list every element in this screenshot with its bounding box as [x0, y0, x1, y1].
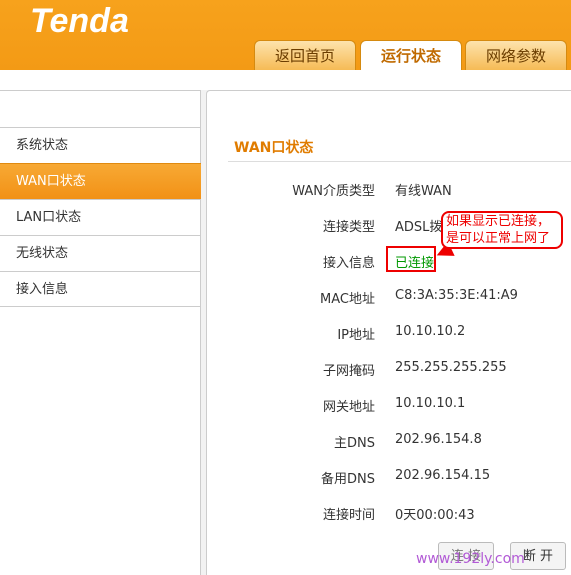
tab-home[interactable]: 返回首页 [254, 40, 356, 70]
field-label-gateway: 网关地址 [322, 400, 375, 415]
field-label-access-info: 接入信息 [322, 256, 375, 271]
watermark: www.192ly.com [416, 551, 525, 567]
field-label-connect-time: 连接时间 [322, 508, 375, 523]
sidebar-item-system-status[interactable]: 系统状态 [0, 127, 201, 163]
sidebar-item-wan-status[interactable]: WAN口状态 [0, 163, 201, 199]
field-label-ip: IP地址 [337, 328, 375, 343]
tenda-logo: Tenda [30, 2, 129, 40]
field-label-primary-dns: 主DNS [334, 436, 375, 451]
header-strip [0, 70, 571, 90]
field-value-gateway: 10.10.10.1 [395, 396, 466, 411]
page-title: WAN口状态 [234, 140, 314, 156]
annotation-callout: 如果显示已连接， 是可以正常上网了 [441, 211, 563, 249]
field-value-primary-dns: 202.96.154.8 [395, 432, 482, 447]
field-label-secondary-dns: 备用DNS [321, 472, 375, 487]
tab-running-status[interactable]: 运行状态 [360, 40, 462, 70]
title-divider [228, 161, 571, 162]
sidebar-item-wireless-status[interactable]: 无线状态 [0, 235, 201, 271]
field-value-ip: 10.10.10.2 [395, 324, 466, 339]
field-label-wan-medium: WAN介质类型 [292, 184, 375, 199]
annotation-line-1: 如果显示已连接， [446, 214, 551, 229]
field-value-mac: C8:3A:35:3E:41:A9 [395, 288, 518, 303]
sidebar-item-access-info[interactable]: 接入信息 [0, 271, 201, 307]
field-value-wan-medium: 有线WAN [395, 184, 452, 199]
annotation-line-2: 是可以正常上网了 [446, 231, 551, 246]
sidebar-item-lan-status[interactable]: LAN口状态 [0, 199, 201, 235]
tab-network-params[interactable]: 网络参数 [465, 40, 567, 70]
field-value-subnet: 255.255.255.255 [395, 360, 507, 375]
highlight-box [386, 246, 436, 272]
field-label-connection-type: 连接类型 [322, 220, 375, 235]
field-value-connect-time: 0天00:00:43 [395, 508, 475, 523]
field-label-subnet: 子网掩码 [322, 364, 375, 379]
field-value-secondary-dns: 202.96.154.15 [395, 468, 491, 483]
field-label-mac: MAC地址 [320, 292, 375, 307]
